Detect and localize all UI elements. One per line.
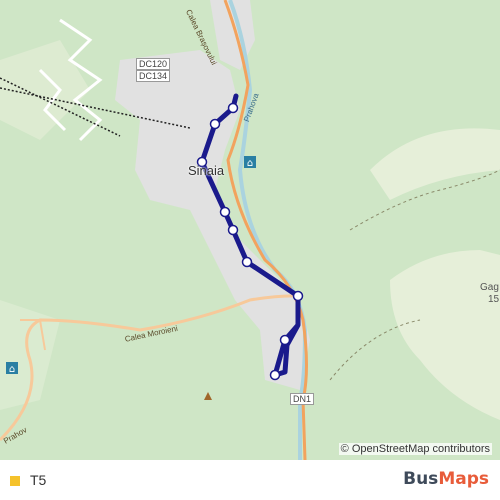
stop-marker xyxy=(227,102,239,114)
svg-text:⌂: ⌂ xyxy=(247,158,253,169)
stop-marker xyxy=(227,224,239,236)
route-name: T5 xyxy=(30,472,47,488)
brand-part-bus: Bus xyxy=(403,469,439,489)
road-label-dc120: DC120 xyxy=(136,58,171,70)
hotel-icon: ⌂ xyxy=(244,156,256,169)
road-label-dc134: DC134 xyxy=(136,70,171,82)
stop-marker xyxy=(269,369,281,381)
peak-elevation: 15 xyxy=(488,294,500,305)
svg-text:⌂: ⌂ xyxy=(9,364,15,375)
map-canvas: ⌂ ⌂ xyxy=(0,0,500,460)
map-attribution[interactable]: © OpenStreetMap contributors xyxy=(338,443,492,455)
stop-marker xyxy=(292,290,304,302)
stop-marker xyxy=(219,206,231,218)
brand-logo[interactable]: BusMaps xyxy=(403,469,489,489)
map-view[interactable]: ⌂ ⌂ DC120 DC134 DN1 Sinaia Calea Moroien… xyxy=(0,0,500,460)
town-label: Sinaia xyxy=(188,163,225,178)
hotel-icon: ⌂ xyxy=(6,362,18,375)
peak-label: Gag xyxy=(480,282,499,293)
brand-part-maps: Maps xyxy=(438,469,489,489)
stop-marker xyxy=(279,334,291,346)
stop-marker xyxy=(241,256,253,268)
stop-marker xyxy=(209,118,221,130)
road-label-dn1: DN1 xyxy=(290,393,315,405)
route-color-swatch xyxy=(10,476,20,486)
peak-icon xyxy=(204,392,212,400)
